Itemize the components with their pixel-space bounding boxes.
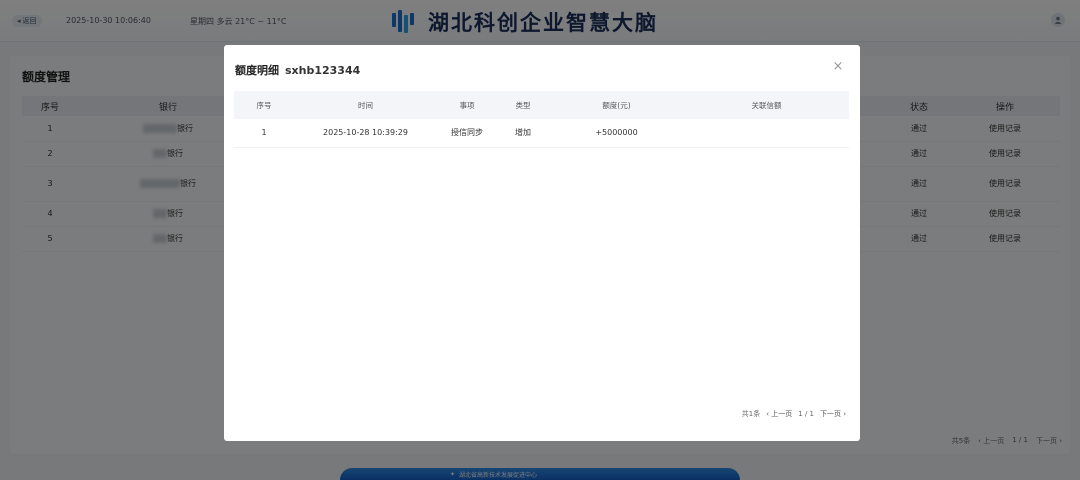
col-time: 时间 [294, 91, 437, 119]
row-index: 1 [234, 119, 294, 148]
row-time: 2025-10-28 10:39:29 [294, 119, 437, 148]
close-icon[interactable]: × [832, 60, 844, 73]
dialog-account-code: sxhb123344 [285, 64, 361, 77]
pager-next-button[interactable]: 下一页 › [820, 409, 846, 419]
dialog-title: 额度明细 sxhb123344 [235, 62, 360, 78]
dialog-title-text: 额度明细 [235, 64, 279, 77]
row-related [684, 119, 849, 148]
dialog-pagination: 共1条 ‹ 上一页 1 / 1 下一页 › [742, 409, 846, 419]
quota-detail-dialog: 额度明细 sxhb123344 × 序号 时间 事项 类型 额度(元) 关联信额 … [224, 45, 860, 441]
pager-total: 共1条 [741, 410, 761, 418]
pager-prev-button[interactable]: ‹ 上一页 [766, 409, 792, 419]
col-type: 类型 [497, 91, 549, 119]
row-item: 授信同步 [437, 119, 497, 148]
pager-page: 1 / 1 [798, 410, 814, 418]
col-amount: 额度(元) [549, 91, 684, 119]
row-type: 增加 [497, 119, 549, 148]
col-item: 事项 [437, 91, 497, 119]
table-row: 1 2025-10-28 10:39:29 授信同步 增加 +5000000 [234, 119, 849, 148]
quota-detail-table: 序号 时间 事项 类型 额度(元) 关联信额 1 2025-10-28 10:3… [234, 91, 849, 148]
col-index: 序号 [234, 91, 294, 119]
col-related: 关联信额 [684, 91, 849, 119]
row-amount: +5000000 [549, 119, 684, 148]
